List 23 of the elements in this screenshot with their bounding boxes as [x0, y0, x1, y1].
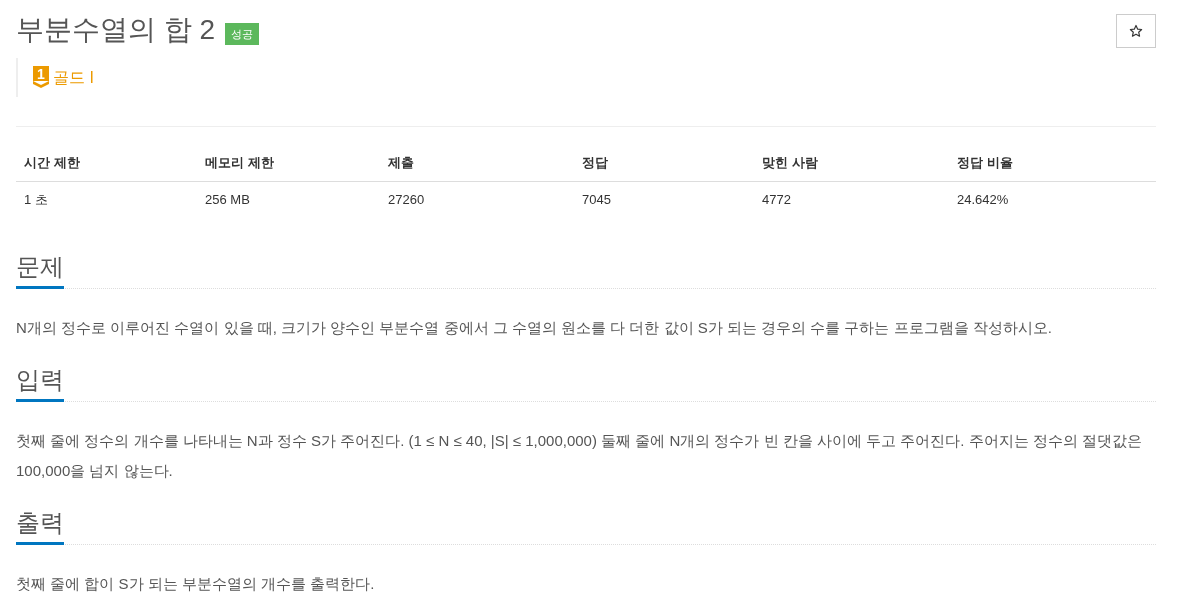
section-text: 첫째 줄에 정수의 개수를 나타내는 N과 정수 S가 주어진다. (1 ≤ N ≤ 40, |S| ≤ 1,000,000) 둘째 줄에 N개의 정수가 빈 칸을 사이에 두고 주어진다. 주어지는 정수의 절댓값은 100,000을 넘지 않는다. [16, 431, 1143, 481]
result-badge: 성공 [225, 23, 260, 45]
table-cell-text: 7045 [581, 191, 612, 209]
section-heading: 출력 [16, 508, 64, 545]
table-cell-text: 1 초 [23, 191, 49, 209]
table-cell-text: 4772 [761, 191, 792, 209]
section-heading: 문제 [16, 252, 64, 289]
section-text: 첫째 줄에 합이 S가 되는 부분수열의 개수를 출력한다. [16, 574, 376, 594]
section-heading: 입력 [16, 365, 64, 402]
table-cell-text: 27260 [387, 191, 426, 209]
table-header: 시간 제한 [16, 145, 197, 182]
table-header: 정답 비율 [949, 145, 1156, 182]
table-header: 맞힌 사람 [754, 145, 949, 182]
table-cell-text: 24.642% [956, 191, 1010, 209]
problem-title: 부분수열의 합 2 [16, 13, 216, 47]
table-cell-text: 256 MB [204, 191, 251, 209]
star-icon [1129, 24, 1143, 38]
star-button[interactable] [1116, 14, 1156, 48]
table-header: 정답 [574, 145, 754, 182]
table-header: 메모리 제한 [197, 145, 380, 182]
table-header: 제출 [380, 145, 574, 182]
tier-link[interactable]: 골드 I [53, 67, 94, 88]
section-text: N개의 정수로 이루어진 수열이 있을 때, 크기가 양수인 부분수열 중에서 그 수열의 원소를 다 더한 값이 S가 되는 경우의 수를 구하는 프로그램을 작성하시오. [16, 318, 1053, 338]
